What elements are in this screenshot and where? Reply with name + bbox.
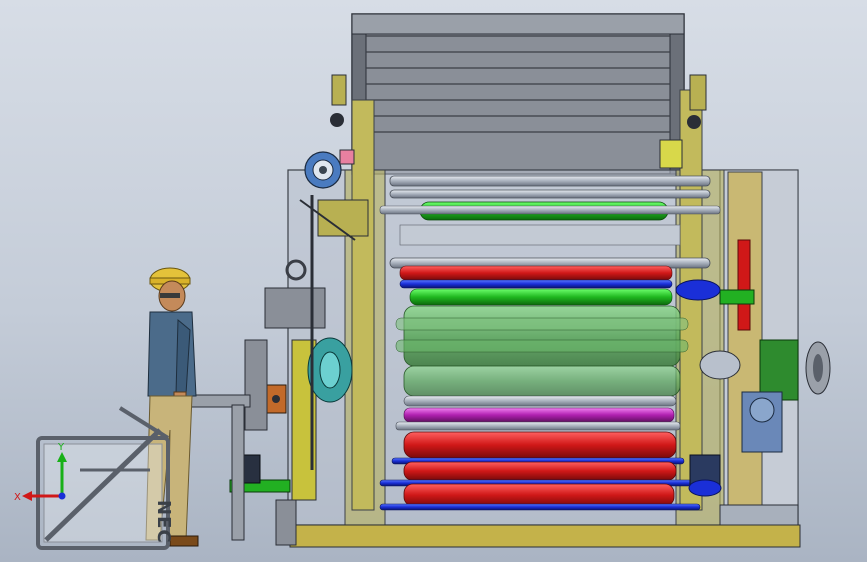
top-hood (351, 13, 685, 175)
roll-stack (379, 175, 721, 511)
triad-x-arrow (22, 491, 32, 501)
triad-y-label: Y (57, 442, 65, 453)
brand-logo: NEC (153, 500, 174, 544)
machine-assembly-render[interactable]: X Y NEC (0, 0, 867, 562)
triad-x-label: X (14, 492, 21, 503)
triad-z-origin (58, 492, 66, 500)
front-step-frame (36, 406, 170, 550)
cad-viewport[interactable]: X Y NEC (0, 0, 867, 562)
